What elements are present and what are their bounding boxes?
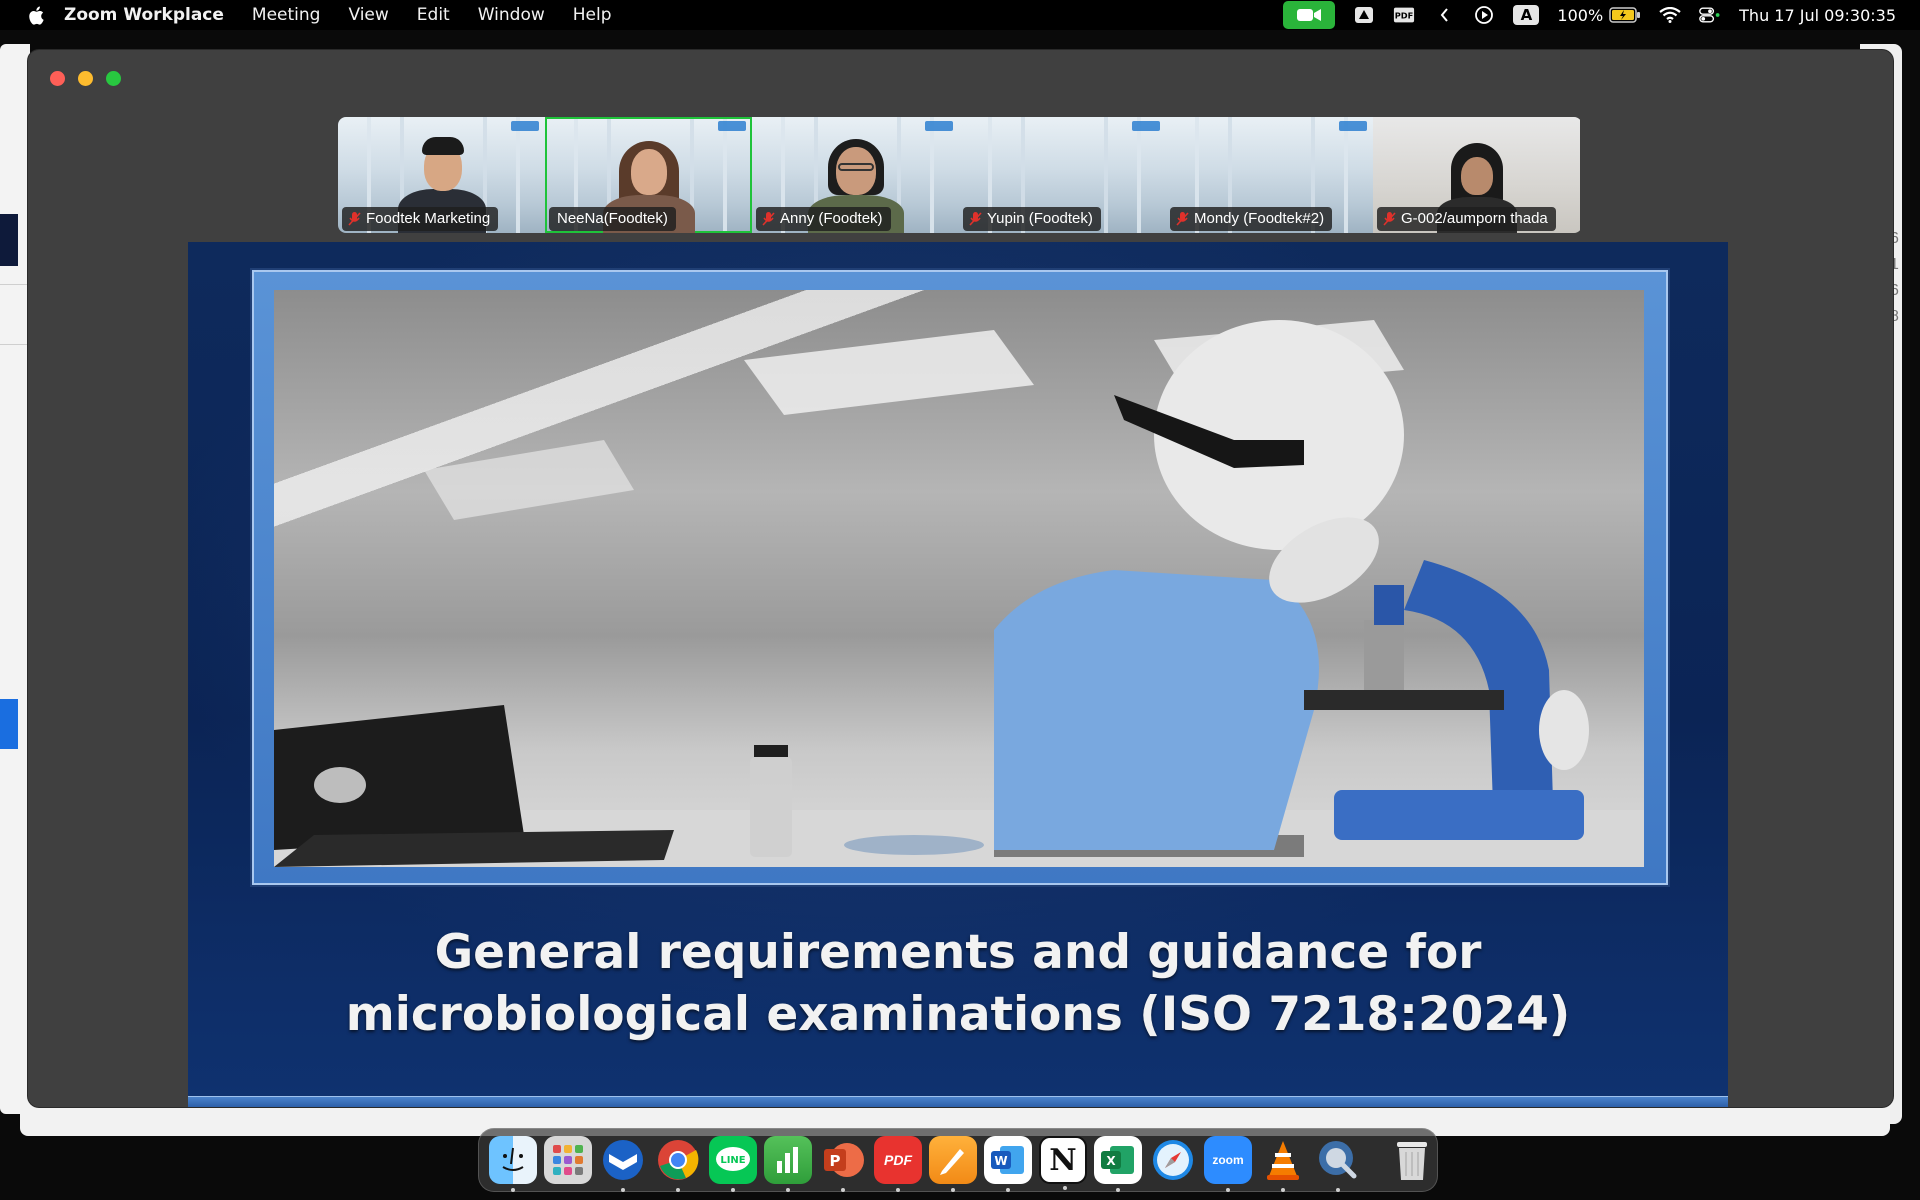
slide-bottom-bar [188, 1096, 1728, 1107]
zoom-label: zoom [1212, 1153, 1244, 1167]
slide-illustration-scientist-microscope [274, 290, 1644, 867]
chrome-icon[interactable] [654, 1136, 702, 1192]
menubar-clock[interactable]: Thu 17 Jul 09:30:35 [1739, 6, 1896, 25]
excel-icon[interactable]: X [1094, 1136, 1142, 1192]
notion-label: N [1049, 1142, 1077, 1178]
launchpad-icon[interactable] [544, 1136, 592, 1184]
scientist-microscope-illustration [274, 320, 1644, 867]
participant-tile[interactable]: Mondy (Foodtek#2) [1166, 117, 1373, 233]
menu-window[interactable]: Window [478, 5, 545, 25]
powerpoint-icon[interactable]: P [819, 1136, 867, 1192]
pdf-expert-icon[interactable]: PDF [874, 1136, 922, 1192]
background-window-block [0, 214, 18, 266]
numbers-icon[interactable] [764, 1136, 812, 1192]
participant-tile[interactable]: G-002/aumporn thada [1373, 117, 1580, 233]
slide-title-line-2: microbiological examinations (ISO 7218:2… [345, 987, 1571, 1042]
pdf-expert-label: PDF [884, 1152, 912, 1168]
minimize-window-button[interactable] [78, 71, 93, 86]
trash-icon[interactable] [1388, 1136, 1436, 1184]
close-window-button[interactable] [50, 71, 65, 86]
participant-name-tag: G-002/aumporn thada [1377, 207, 1556, 231]
background-window-left[interactable] [0, 44, 30, 1114]
participant-name-tag: Anny (Foodtek) [756, 207, 891, 231]
apple-icon[interactable] [28, 6, 44, 25]
participant-name-tag: Yupin (Foodtek) [963, 207, 1101, 231]
slide-image-frame [252, 270, 1668, 885]
word-icon[interactable]: W [984, 1136, 1032, 1192]
menu-view[interactable]: View [348, 5, 388, 25]
battery-percent: 100% [1557, 5, 1604, 25]
pages-icon[interactable] [929, 1136, 977, 1192]
participant-name: Mondy (Foodtek#2) [1194, 210, 1325, 227]
participant-tile[interactable]: Yupin (Foodtek) [959, 117, 1166, 233]
menu-help[interactable]: Help [573, 5, 612, 25]
slide-title: General requirements and guidance for mi… [188, 922, 1728, 1046]
background-window-divider [0, 284, 30, 285]
zoom-camera-status-icon[interactable] [1283, 1, 1336, 29]
participant-name-tag: Foodtek Marketing [342, 207, 499, 231]
control-center-icon[interactable] [1699, 5, 1721, 25]
vlc-icon[interactable] [1259, 1136, 1307, 1192]
participant-name: Foodtek Marketing [366, 210, 491, 227]
participant-strip: Foodtek Marketing NeeNa(Foodtek) Anny (F… [338, 117, 1582, 233]
thunderbird-icon[interactable] [599, 1136, 647, 1192]
wifi-icon[interactable] [1659, 5, 1681, 25]
shared-screen-slide[interactable]: General requirements and guidance for mi… [188, 242, 1728, 1107]
background-logo [718, 121, 746, 131]
dock: LINE P PDF W N X zoom [478, 1128, 1438, 1192]
mic-muted-icon [348, 212, 361, 226]
menu-edit[interactable]: Edit [417, 5, 450, 25]
input-source-indicator[interactable]: A [1513, 5, 1540, 25]
battery-icon [1609, 7, 1641, 23]
participant-name-tag: Mondy (Foodtek#2) [1170, 207, 1333, 231]
play-circle-icon[interactable] [1473, 5, 1495, 25]
menu-meeting[interactable]: Meeting [252, 5, 321, 25]
drive-icon[interactable] [1353, 5, 1375, 25]
line-icon[interactable]: LINE [709, 1136, 757, 1192]
mic-muted-icon [1383, 212, 1396, 226]
participant-name: Yupin (Foodtek) [987, 210, 1093, 227]
zoom-meeting-window: Foodtek Marketing NeeNa(Foodtek) Anny (F… [28, 50, 1893, 1107]
zoom-icon[interactable]: zoom [1204, 1136, 1252, 1192]
participant-tile-active-speaker[interactable]: NeeNa(Foodtek) [545, 117, 752, 233]
safari-icon[interactable] [1149, 1136, 1197, 1184]
background-window-divider [0, 344, 30, 345]
slide-title-line-1: General requirements and guidance for [434, 925, 1482, 980]
participant-name: Anny (Foodtek) [780, 210, 883, 227]
svg-text:LINE: LINE [720, 1155, 745, 1166]
participant-tile[interactable]: Anny (Foodtek) [752, 117, 959, 233]
finder-icon[interactable] [489, 1136, 537, 1192]
background-logo [925, 121, 953, 131]
word-label: W [994, 1154, 1007, 1168]
background-window-highlight [0, 699, 18, 749]
quicktime-icon[interactable] [1314, 1136, 1362, 1192]
menu-app-name[interactable]: Zoom Workplace [64, 5, 224, 25]
fullscreen-window-button[interactable] [106, 71, 121, 86]
mic-muted-icon [969, 212, 982, 226]
background-logo [1339, 121, 1367, 131]
mic-muted-icon [1176, 212, 1189, 226]
powerpoint-label: P [830, 1152, 841, 1170]
participant-tile[interactable]: Foodtek Marketing [338, 117, 545, 233]
participant-name: NeeNa(Foodtek) [557, 210, 668, 227]
pdf-menu-label: PDF [1395, 11, 1414, 21]
battery-status[interactable]: 100% [1557, 6, 1641, 25]
notion-icon[interactable]: N [1039, 1136, 1087, 1190]
background-logo [511, 121, 539, 131]
excel-label: X [1106, 1154, 1116, 1168]
menu-bar: Zoom Workplace Meeting View Edit Window … [0, 0, 1920, 30]
participant-name-tag: NeeNa(Foodtek) [549, 207, 676, 231]
participant-name: G-002/aumporn thada [1401, 210, 1548, 227]
pdf-menu-icon[interactable]: PDF [1393, 5, 1415, 25]
background-logo [1132, 121, 1160, 131]
mic-muted-icon [762, 212, 775, 226]
chevron-left-icon[interactable] [1433, 5, 1455, 25]
